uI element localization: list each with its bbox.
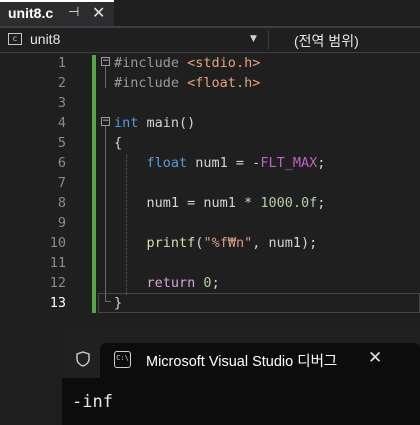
code-line: 5 { xyxy=(0,133,420,153)
code-text: num1 = num1 * 1000.0f; xyxy=(146,195,326,211)
line-number: 9 xyxy=(57,215,66,231)
code-line: 3 xyxy=(0,93,420,113)
document-tab-bar: unit8.c ⊣ ✕ xyxy=(0,0,420,26)
debug-console-window: C:\ Microsoft Visual Studio 디버그 ✕ -inf xyxy=(62,331,420,425)
code-line: 4 int main() xyxy=(0,113,420,133)
code-line: 8 num1 = num1 * 1000.0f; xyxy=(0,193,420,213)
tab-filename: unit8.c xyxy=(8,5,54,21)
console-title: Microsoft Visual Studio 디버그 xyxy=(146,354,338,370)
code-line: 11 xyxy=(0,253,420,273)
code-line: 13 } xyxy=(0,293,420,313)
pin-icon[interactable]: ⊣ xyxy=(68,5,79,20)
line-number: 12 xyxy=(49,275,66,291)
code-line: 1 #include <stdio.h> xyxy=(0,53,420,73)
code-line: 9 xyxy=(0,213,420,233)
member-scope-label: (전역 범위) xyxy=(294,33,359,49)
console-title-bar: C:\ Microsoft Visual Studio 디버그 ✕ xyxy=(62,331,420,378)
terminal-icon: C:\ xyxy=(114,351,131,368)
console-tab[interactable]: C:\ Microsoft Visual Studio 디버그 ✕ xyxy=(100,343,420,378)
line-number: 11 xyxy=(49,255,66,271)
console-output-text: -inf xyxy=(72,392,113,412)
code-text: float num1 = -FLT_MAX; xyxy=(146,155,326,171)
close-icon[interactable]: ✕ xyxy=(368,348,382,368)
navigation-bar: c unit8 ▼ (전역 범위) xyxy=(0,28,420,53)
navbar-separator xyxy=(268,30,269,50)
code-line: 2 #include <float.h> xyxy=(0,73,420,93)
code-line: 10 printf("%f₩n", num1); xyxy=(0,233,420,253)
code-text: return 0; xyxy=(146,275,220,291)
code-line: 6 float num1 = -FLT_MAX; xyxy=(0,153,420,173)
close-icon[interactable]: ✕ xyxy=(92,3,105,22)
line-number: 1 xyxy=(57,55,66,71)
line-number: 8 xyxy=(57,195,66,211)
document-tab[interactable]: unit8.c ⊣ ✕ xyxy=(0,0,114,26)
member-scope-dropdown[interactable]: (전역 범위) xyxy=(272,30,420,50)
code-text: { xyxy=(114,135,123,151)
console-output-area[interactable]: -inf xyxy=(62,378,420,425)
code-text: printf("%f₩n", num1); xyxy=(146,235,318,251)
shield-icon xyxy=(76,351,90,367)
line-number: 7 xyxy=(57,175,66,191)
code-editor[interactable]: − − 1 #include <stdio.h> 2 #include <flo… xyxy=(0,53,420,315)
project-scope-dropdown[interactable]: c unit8 ▼ xyxy=(6,30,262,50)
chevron-down-icon: ▼ xyxy=(250,34,257,44)
line-number: 3 xyxy=(57,95,66,111)
project-scope-label: unit8 xyxy=(30,31,61,47)
line-number: 13 xyxy=(49,295,66,311)
line-number: 10 xyxy=(49,235,66,251)
line-number: 6 xyxy=(57,155,66,171)
code-text: } xyxy=(114,295,123,311)
code-text: int main() xyxy=(114,115,196,131)
line-number: 2 xyxy=(57,75,66,91)
code-text: #include <float.h> xyxy=(114,75,261,91)
code-text: #include <stdio.h> xyxy=(114,55,261,71)
code-line: 7 xyxy=(0,173,420,193)
line-number: 4 xyxy=(57,115,66,131)
project-icon: c xyxy=(8,33,22,45)
line-number: 5 xyxy=(57,135,66,151)
code-line: 12 return 0; xyxy=(0,273,420,293)
